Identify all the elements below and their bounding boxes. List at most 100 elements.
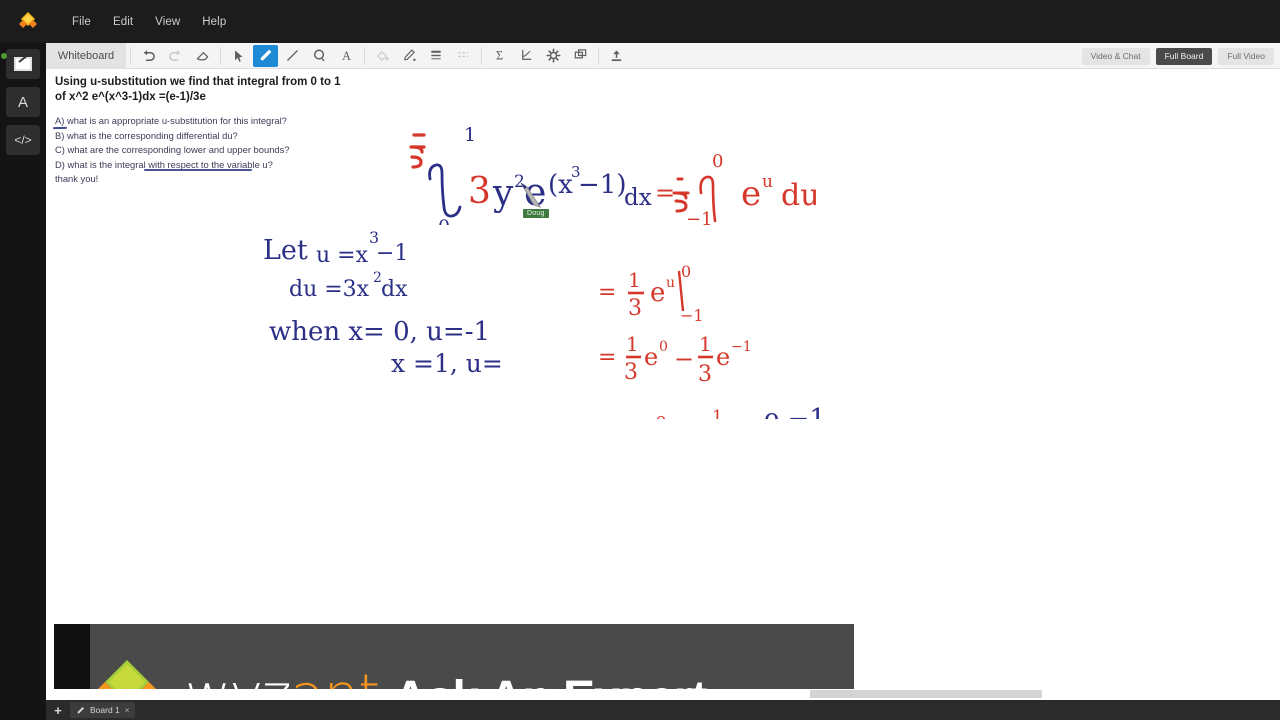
insert-tool-group: Σ	[486, 43, 594, 69]
svg-text:−1: −1	[680, 306, 704, 325]
whiteboard-panel-icon	[14, 57, 32, 71]
scrollbar-track[interactable]	[46, 689, 1280, 700]
text-document-icon: A	[17, 93, 28, 111]
svg-text:3: 3	[468, 171, 491, 212]
toolbar-divider	[364, 46, 365, 65]
svg-text:−1: −1	[731, 339, 752, 355]
draw-tool-group: A	[225, 43, 360, 69]
menu-bar: File Edit View Help	[0, 0, 1280, 43]
svg-text:e: e	[716, 343, 730, 371]
view-mode-buttons: Video & Chat Full Board Full Video	[1081, 43, 1274, 69]
undo-tool[interactable]	[136, 45, 161, 67]
svg-text:−: −	[674, 345, 694, 373]
svg-text:1: 1	[464, 124, 476, 146]
svg-text:3: 3	[624, 360, 638, 385]
sidebar-item-code[interactable]: </>	[6, 125, 40, 155]
menu-item-list: File Edit View Help	[61, 12, 237, 32]
full-video-button[interactable]: Full Video	[1218, 47, 1274, 65]
panel-title: Whiteboard	[46, 42, 126, 69]
svg-text:3: 3	[698, 362, 712, 387]
menu-item-view[interactable]: View	[144, 12, 191, 32]
line-tool[interactable]	[280, 45, 305, 67]
scrollbar-thumb[interactable]	[810, 690, 1042, 698]
svg-text:e −1: e −1	[764, 404, 826, 419]
svg-text:e: e	[644, 343, 658, 371]
sidebar-item-whiteboard[interactable]	[1, 49, 40, 79]
svg-text:x =1, u= 0: x =1, u= 0	[391, 349, 511, 378]
svg-text:3: 3	[628, 296, 642, 321]
watermark-brand: wyzantAsk An Expert	[185, 667, 707, 690]
left-rail: A </>	[0, 43, 46, 720]
eraser-tool[interactable]	[190, 45, 215, 67]
wyzant-watermark: wyzant Ask An Expert	[54, 624, 854, 689]
svg-text:−: −	[686, 415, 704, 419]
shape-circle-tool[interactable]	[307, 45, 332, 67]
add-board-button[interactable]: +	[46, 700, 70, 720]
ink-layer: 1 0 3 y 2 e (x 3 −1) dx =	[46, 69, 1280, 689]
stroke-width-tool[interactable]	[424, 45, 449, 67]
full-board-button[interactable]: Full Board	[1155, 47, 1213, 65]
watermark-brand-wyz: wyz	[185, 663, 291, 690]
menu-item-help[interactable]: Help	[191, 12, 237, 32]
select-tool[interactable]	[226, 45, 251, 67]
svg-text:e: e	[650, 278, 665, 308]
svg-text:A: A	[342, 49, 351, 63]
board-tab-label: Board 1	[90, 705, 120, 715]
code-editor-icon: </>	[14, 133, 32, 147]
pencil-cursor-icon	[520, 182, 542, 208]
pencil-icon	[77, 706, 85, 713]
ink-evaluation-block: = 1 3 e u 0 −1 = 1 3 e 0 − 1 3 e −1 1 e …	[598, 262, 826, 419]
board-tab[interactable]: Board 1 ×	[70, 702, 136, 718]
watermark-brand-ant: ant	[290, 663, 380, 690]
ink-substitution-block: Let u =x 3 −1 du =3x 2 dx when x= 0, u=-…	[263, 228, 511, 378]
svg-text:1: 1	[712, 407, 723, 419]
toolbar-divider	[130, 46, 131, 65]
collaborator-cursor: Doug	[518, 181, 549, 218]
svg-text:0: 0	[659, 339, 668, 355]
svg-text:dx: dx	[381, 277, 408, 302]
wyzant-logo	[16, 11, 40, 33]
svg-text:1: 1	[628, 268, 641, 292]
upload-tool-group	[603, 43, 630, 69]
close-icon[interactable]: ×	[125, 706, 130, 715]
svg-text:e: e	[656, 410, 666, 419]
svg-text:0: 0	[681, 262, 691, 281]
svg-text:=: =	[598, 280, 616, 305]
line-style-tool[interactable]	[451, 45, 476, 67]
settings-gear-icon[interactable]	[541, 45, 566, 67]
text-tool[interactable]: A	[334, 45, 359, 67]
svg-text:1: 1	[626, 332, 639, 356]
duplicate-board-tool[interactable]	[568, 45, 593, 67]
pen-color-tool[interactable]	[397, 45, 422, 67]
video-and-chat-button[interactable]: Video & Chat	[1081, 47, 1150, 65]
pencil-tool[interactable]	[253, 44, 278, 67]
toolbar-divider	[220, 46, 221, 65]
whiteboard-canvas[interactable]: Using u-substitution we find that integr…	[46, 69, 1280, 689]
menu-item-file[interactable]: File	[61, 12, 102, 32]
svg-text:=: =	[598, 415, 616, 419]
svg-text:u: u	[666, 275, 675, 291]
upload-tool[interactable]	[604, 45, 629, 67]
menu-item-edit[interactable]: Edit	[102, 12, 144, 32]
svg-text:0: 0	[712, 151, 723, 172]
svg-text:du =3x: du =3x	[289, 277, 370, 302]
svg-text:Σ: Σ	[496, 49, 503, 63]
board-tab-bar: + Board 1 ×	[46, 700, 1280, 720]
svg-text:y: y	[492, 173, 514, 214]
redo-tool[interactable]	[163, 45, 188, 67]
svg-text:=: =	[655, 179, 675, 207]
watermark-tagline: Ask An Expert	[393, 672, 707, 690]
canvas-horizontal-scrollbar[interactable]	[46, 689, 1280, 700]
svg-text:=: =	[598, 345, 616, 370]
wyzant-logo-large	[85, 658, 169, 689]
online-status-dot	[1, 53, 7, 59]
equation-sigma-tool[interactable]: Σ	[487, 45, 512, 67]
graph-axes-tool[interactable]	[514, 45, 539, 67]
svg-text:dx: dx	[624, 185, 652, 211]
svg-text:−1): −1)	[578, 170, 626, 200]
svg-text:1: 1	[699, 332, 712, 356]
ink-top-equation: 1 0 3 y 2 e (x 3 −1) dx =	[409, 124, 816, 225]
fill-bucket-tool[interactable]	[370, 45, 395, 67]
sidebar-item-text[interactable]: A	[6, 87, 40, 117]
svg-text:u =x: u =x	[316, 243, 369, 268]
